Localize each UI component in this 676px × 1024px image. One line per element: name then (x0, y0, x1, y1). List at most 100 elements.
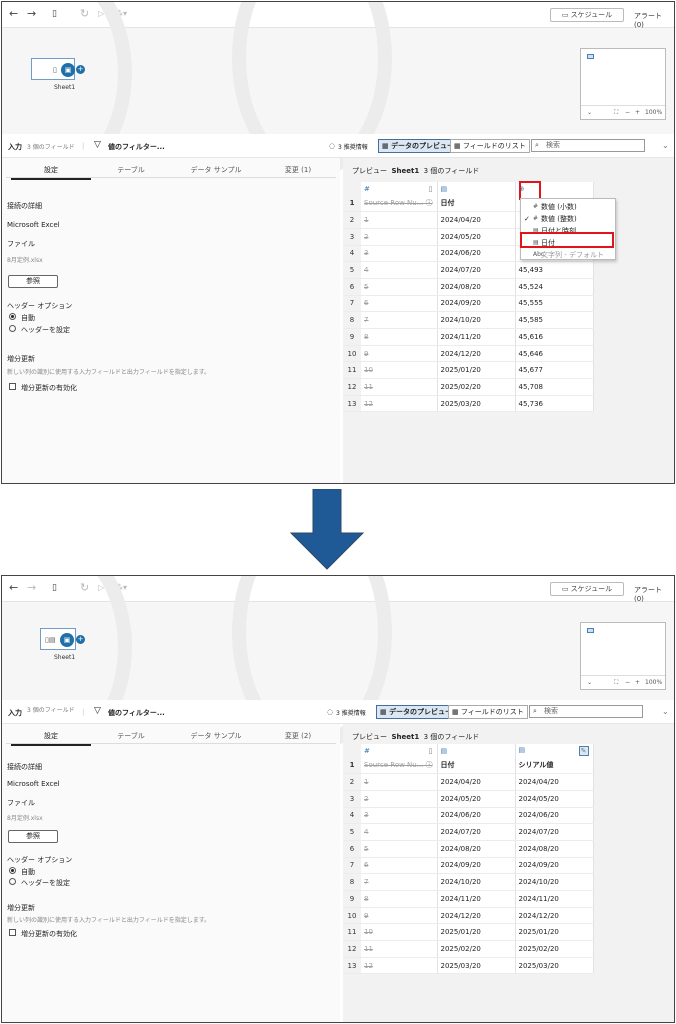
minimap[interactable]: ⌄ ⛶ − + 100% (580, 48, 666, 120)
serial-cell: 45,677 (515, 361, 594, 380)
row-number: 3 (343, 228, 361, 246)
alert-link[interactable]: アラート (0) (634, 585, 674, 603)
alert-link[interactable]: アラート (0) (634, 11, 674, 29)
tab-table[interactable]: テーブル (91, 165, 171, 175)
table-row: 2 1 2024/04/20 2024/04/20 (343, 773, 594, 791)
calculated-field-icon[interactable]: ✎ (578, 745, 589, 756)
incremental-checkbox[interactable] (9, 929, 16, 936)
collapse-icon[interactable]: ⌄ (662, 141, 669, 150)
tab-settings[interactable]: 設定 (11, 165, 91, 180)
field-list-toggle[interactable]: ▦ フィールドのリスト (450, 139, 530, 153)
column-header-date[interactable]: 日付 (437, 757, 516, 775)
number-type-icon[interactable]: # (364, 747, 370, 755)
source-row-cell: 3 (361, 807, 438, 825)
source-row-cell: 1 (361, 211, 438, 229)
radio-set-header[interactable] (9, 878, 16, 885)
tab-table[interactable]: テーブル (91, 731, 171, 741)
row-number: 6 (343, 840, 361, 858)
data-preview-label: データのプレビュー (391, 142, 455, 150)
date-cell: 2024/12/20 (437, 345, 516, 363)
screenshot-after: ← → ▯ ↻ ▷ ⁂▾ ▭ スケジュール アラート (0) ▯▤ ▣ + Sh… (1, 575, 675, 1023)
date-type-icon[interactable]: ▤ (519, 746, 526, 754)
date-cell: 2025/01/20 (437, 361, 516, 380)
minimap[interactable]: ⌄ ⛶ − + 100% (580, 622, 666, 690)
data-preview-toggle[interactable]: ▦ データのプレビュー (376, 705, 457, 719)
table-row: 8 7 2024/10/20 2024/10/20 (343, 873, 594, 891)
preview-grid[interactable]: # ▯ ▤ ▤ ✎ 1 Source Row Nu... ⓘ 日付 シリアル値 2 1… (343, 744, 594, 975)
table-row: 10 9 2024/12/20 45,646 (343, 345, 594, 363)
row-number: 4 (343, 245, 361, 263)
menu-item-decimal[interactable]: # 数値 (小数) (521, 201, 615, 213)
data-preview-toggle[interactable]: ▦ データのプレビュー (378, 139, 459, 153)
add-step-icon[interactable]: + (76, 65, 85, 74)
incremental-description: 新しい列の識別に使用する入力フィールドと出力フィールドを指定します。 (7, 369, 211, 376)
menu-item-string[interactable]: Abc 文字列 - デフォルト (521, 249, 615, 261)
tab-changes[interactable]: 変更 (2) (258, 731, 338, 741)
zoom-out-button[interactable]: − (625, 109, 630, 116)
add-step-icon[interactable]: + (76, 635, 85, 644)
chevron-down-icon[interactable]: ⌄ (587, 109, 592, 116)
preview-header: プレビュー Sheet1 3 個のフィールド (352, 732, 479, 742)
source-row-cell: 10 (361, 361, 438, 380)
table-row: 11 10 2025/01/20 2025/01/20 (343, 923, 594, 942)
radio-set-header[interactable] (9, 325, 16, 332)
radio-auto[interactable] (9, 867, 16, 874)
row-number: 9 (343, 890, 361, 908)
settings-tabs: 設定 テーブル データ サンプル 変更 (2) (6, 726, 338, 746)
search-input[interactable]: ⌕ 検索 (529, 705, 643, 718)
flow-canvas[interactable]: ▯ ▣ + Sheet1 ⌄ ⛶ − + 100% (2, 2, 674, 188)
recommendations-button[interactable]: 3 推奨情報 (338, 142, 368, 151)
filter-values-button[interactable]: 値のフィルター... (108, 142, 165, 152)
browse-button[interactable]: 参照 (8, 830, 58, 843)
menu-item-integer[interactable]: ✓ # 数値 (整数) (521, 213, 615, 225)
incremental-checkbox[interactable] (9, 383, 16, 390)
recommendations-button[interactable]: 3 推奨情報 (336, 708, 366, 717)
tab-settings[interactable]: 設定 (11, 731, 91, 746)
chevron-down-icon[interactable]: ⌄ (587, 679, 592, 686)
serial-cell: 45,524 (515, 278, 594, 296)
zoom-out-button[interactable]: − (625, 679, 630, 686)
number-type-icon[interactable]: # (364, 185, 370, 193)
date-cell: 2024/05/20 (437, 790, 516, 808)
fit-icon[interactable]: ⛶ (614, 679, 618, 687)
date-type-icon[interactable]: ▤ (441, 185, 448, 193)
preview-title: プレビュー (352, 733, 387, 741)
table-row: 13 12 2025/03/20 45,736 (343, 395, 594, 413)
radio-auto[interactable] (9, 313, 16, 320)
input-node[interactable]: ▯▤ ▣ (40, 628, 76, 650)
file-icon: ▯ (53, 66, 57, 74)
table-row: 11 10 2025/01/20 45,677 (343, 361, 594, 380)
schedule-button[interactable]: ▭ スケジュール (550, 582, 624, 596)
filter-values-button[interactable]: 値のフィルター... (108, 708, 165, 718)
info-icon[interactable]: ⓘ (426, 199, 433, 207)
tab-changes[interactable]: 変更 (1) (258, 165, 338, 175)
field-list-toggle[interactable]: ▦ フィールドのリスト (448, 705, 528, 719)
serial-cell: 45,736 (515, 395, 594, 413)
collapse-icon[interactable]: ⌄ (662, 707, 669, 716)
row-number: 11 (343, 361, 361, 380)
zoom-in-button[interactable]: + (635, 679, 640, 686)
fit-icon[interactable]: ⛶ (614, 109, 618, 117)
zoom-in-button[interactable]: + (635, 109, 640, 116)
date-type-icon[interactable]: ▤ (441, 747, 448, 755)
flow-canvas[interactable]: ▯▤ ▣ + Sheet1 ⌄ ⛶ − + 100% (2, 576, 674, 762)
row-number: 5 (343, 261, 361, 279)
column-header-source-row: Source Row Nu... ⓘ (361, 195, 438, 213)
info-icon[interactable]: ⓘ (426, 761, 433, 769)
table-row: 12 11 2025/02/20 45,708 (343, 378, 594, 396)
source-row-cell: 7 (361, 311, 438, 329)
input-node[interactable]: ▯ ▣ (31, 58, 75, 80)
schedule-button[interactable]: ▭ スケジュール (550, 8, 624, 22)
row-number: 6 (343, 278, 361, 296)
input-label: 入力 (8, 143, 22, 151)
tab-data-sample[interactable]: データ サンプル (176, 165, 256, 175)
filter-icon: ▽ (94, 706, 101, 716)
date-cell: 2025/02/20 (437, 940, 516, 958)
down-arrow-icon (289, 488, 365, 571)
column-header-serial[interactable]: シリアル値 (515, 757, 594, 775)
search-input[interactable]: ⌕ 検索 (531, 139, 645, 152)
search-placeholder: 検索 (544, 707, 558, 715)
column-header-date[interactable]: 日付 (437, 195, 516, 213)
browse-button[interactable]: 参照 (8, 275, 58, 288)
tab-data-sample[interactable]: データ サンプル (176, 731, 256, 741)
